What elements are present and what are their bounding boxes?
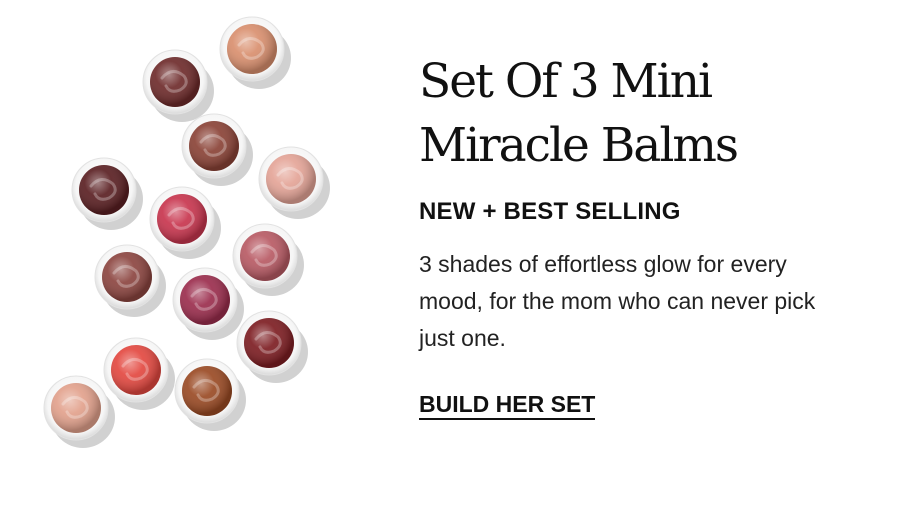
product-title-line-1: Set Of 3 Mini [419,54,713,109]
balm-pot [258,146,330,219]
promo-copy: Set Of 3 Mini Miracle Balms NEW + BEST S… [419,50,879,420]
balm-pot [71,157,143,230]
product-image-balms [0,0,400,513]
product-title: Set Of 3 Mini Miracle Balms [419,50,879,178]
balm-pot [103,337,175,410]
product-title-line-2: Miracle Balms [419,118,739,173]
balm-pot [172,267,244,340]
balm-pot [236,310,308,383]
build-her-set-link[interactable]: BUILD HER SET [419,390,596,420]
balm-pot [43,375,115,448]
balm-pot [142,49,214,122]
balm-pot [232,223,304,296]
balm-pot [174,358,246,431]
product-description: 3 shades of effortless glow for every mo… [419,251,816,351]
balm-pot [181,113,253,186]
product-tagline: NEW + BEST SELLING [419,198,681,225]
balm-pot [149,186,221,259]
balm-pot [219,16,291,89]
balm-pots-illustration [43,16,330,448]
balm-pot [94,244,166,317]
